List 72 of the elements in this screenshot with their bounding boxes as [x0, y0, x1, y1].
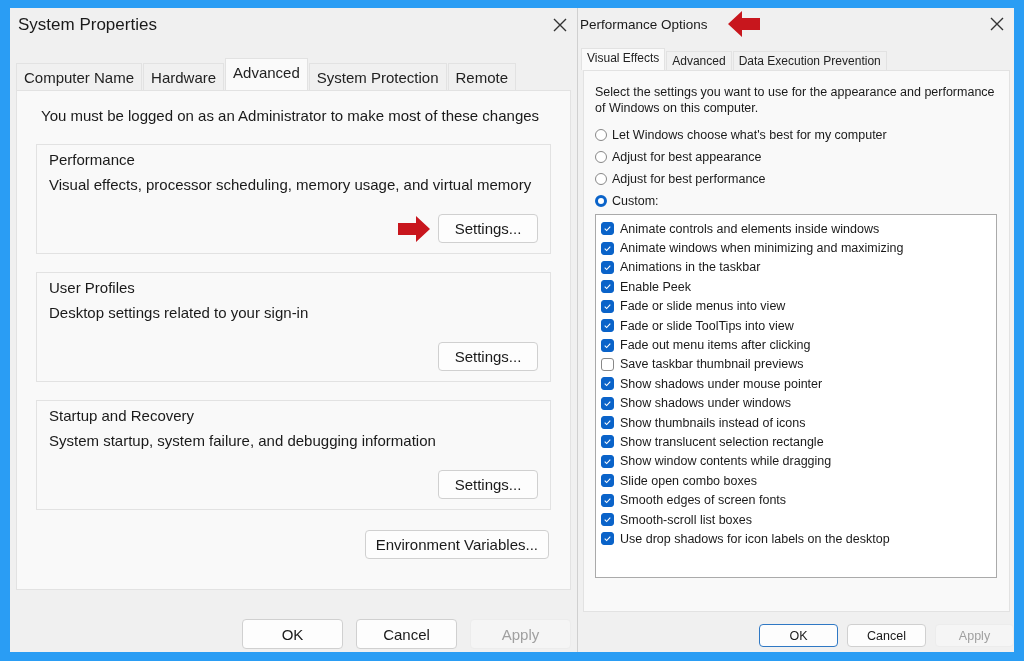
- checkbox-option[interactable]: Slide open combo boxes: [601, 471, 991, 491]
- tab[interactable]: Computer Name: [16, 63, 143, 90]
- checkbox-option[interactable]: Show thumbnails instead of icons: [601, 412, 991, 433]
- checkbox-option[interactable]: Animate controls and elements inside windows: [601, 219, 991, 239]
- checkbox[interactable]: [601, 299, 614, 313]
- tab[interactable]: Visual Effects: [581, 48, 666, 70]
- dialog-button[interactable]: OK: [759, 624, 838, 647]
- checkbox-option[interactable]: Fade or slide menus into view: [601, 296, 991, 316]
- settings-button[interactable]: Settings...: [438, 470, 538, 499]
- checkbox[interactable]: [601, 493, 614, 507]
- checkbox[interactable]: [601, 241, 614, 255]
- checkbox[interactable]: [601, 357, 614, 371]
- radio-icon[interactable]: [595, 151, 607, 163]
- radio-option[interactable]: Let Windows choose what's best for my computer: [595, 128, 997, 142]
- checkbox[interactable]: [601, 474, 614, 488]
- environment-variables-button[interactable]: Environment Variables...: [364, 530, 549, 559]
- checkbox-option[interactable]: Smooth-scroll list boxes: [601, 509, 991, 530]
- group-title: Performance: [49, 151, 136, 168]
- checkbox[interactable]: [601, 338, 614, 352]
- checkbox[interactable]: [601, 280, 614, 294]
- checkbox-option[interactable]: Show translucent selection rectangle: [601, 432, 991, 452]
- checkbox[interactable]: [601, 319, 614, 333]
- arrow-icon: [398, 215, 430, 242]
- checkbox-option[interactable]: Show window contents while dragging: [601, 451, 991, 472]
- checkbox[interactable]: [601, 532, 614, 546]
- notice-text: You must be logged on as an Administrator to make most of these changes: [41, 107, 541, 124]
- window-title: System Properties: [18, 15, 157, 35]
- checkbox-option[interactable]: Save taskbar thumbnail previews: [601, 354, 991, 375]
- arrow-icon: [727, 11, 760, 37]
- close-icon[interactable]: [553, 18, 567, 32]
- dialog-button[interactable]: OK: [242, 619, 343, 649]
- radio-option[interactable]: Adjust for best appearance: [595, 150, 997, 164]
- window-title: Performance Options: [580, 16, 708, 32]
- checkbox[interactable]: [601, 222, 614, 236]
- group-title: Startup and Recovery: [49, 407, 196, 424]
- tab[interactable]: Data Execution Prevention: [732, 51, 887, 70]
- group-description: Visual effects, processor scheduling, memory usage, and virtual memory: [49, 176, 533, 193]
- checkbox[interactable]: [601, 513, 614, 527]
- checkbox-option[interactable]: Fade out menu items after clicking: [601, 335, 991, 355]
- group-description: System startup, system failure, and debugging information: [49, 432, 437, 449]
- tab[interactable]: System Protection: [308, 63, 447, 90]
- intro-text: Select the settings you want to use for the appearance and performance of Windows on this computer.: [595, 84, 996, 116]
- checkbox[interactable]: [601, 260, 614, 274]
- checkbox[interactable]: [601, 377, 614, 391]
- radio-option[interactable]: Adjust for best performance: [595, 172, 997, 186]
- tab[interactable]: Remote: [447, 63, 517, 90]
- radio-icon[interactable]: [595, 195, 607, 207]
- checkbox[interactable]: [601, 396, 614, 410]
- checkbox-option[interactable]: Enable Peek: [601, 277, 991, 297]
- group-description: Desktop settings related to your sign-in: [49, 304, 310, 321]
- checkbox-option[interactable]: Animations in the taskbar: [601, 257, 991, 278]
- radio-icon[interactable]: [595, 173, 607, 185]
- radio-option[interactable]: Custom:: [595, 194, 997, 208]
- tab[interactable]: Hardware: [143, 63, 225, 90]
- radio-icon[interactable]: [595, 129, 607, 141]
- close-icon[interactable]: [990, 17, 1004, 31]
- settings-button[interactable]: Settings...: [438, 214, 538, 243]
- settings-button[interactable]: Settings...: [438, 342, 538, 371]
- checkbox-option[interactable]: Smooth edges of screen fonts: [601, 490, 991, 510]
- checkbox-option[interactable]: Show shadows under windows: [601, 393, 991, 413]
- group-title: User Profiles: [49, 279, 136, 296]
- dialog-button[interactable]: Cancel: [356, 619, 457, 649]
- tab[interactable]: Advanced: [666, 51, 732, 70]
- tab[interactable]: Advanced: [225, 58, 308, 90]
- checkbox[interactable]: [601, 454, 614, 468]
- checkbox[interactable]: [601, 416, 614, 430]
- checkbox-option[interactable]: Show shadows under mouse pointer: [601, 374, 991, 394]
- checkbox-option[interactable]: Fade or slide ToolTips into view: [601, 315, 991, 336]
- checkbox-option[interactable]: Use drop shadows for icon labels on the desktop: [601, 529, 991, 549]
- checkbox-option[interactable]: Animate windows when minimizing and maximizing: [601, 238, 991, 258]
- dialog-button[interactable]: Cancel: [847, 624, 926, 647]
- checkbox[interactable]: [601, 435, 614, 449]
